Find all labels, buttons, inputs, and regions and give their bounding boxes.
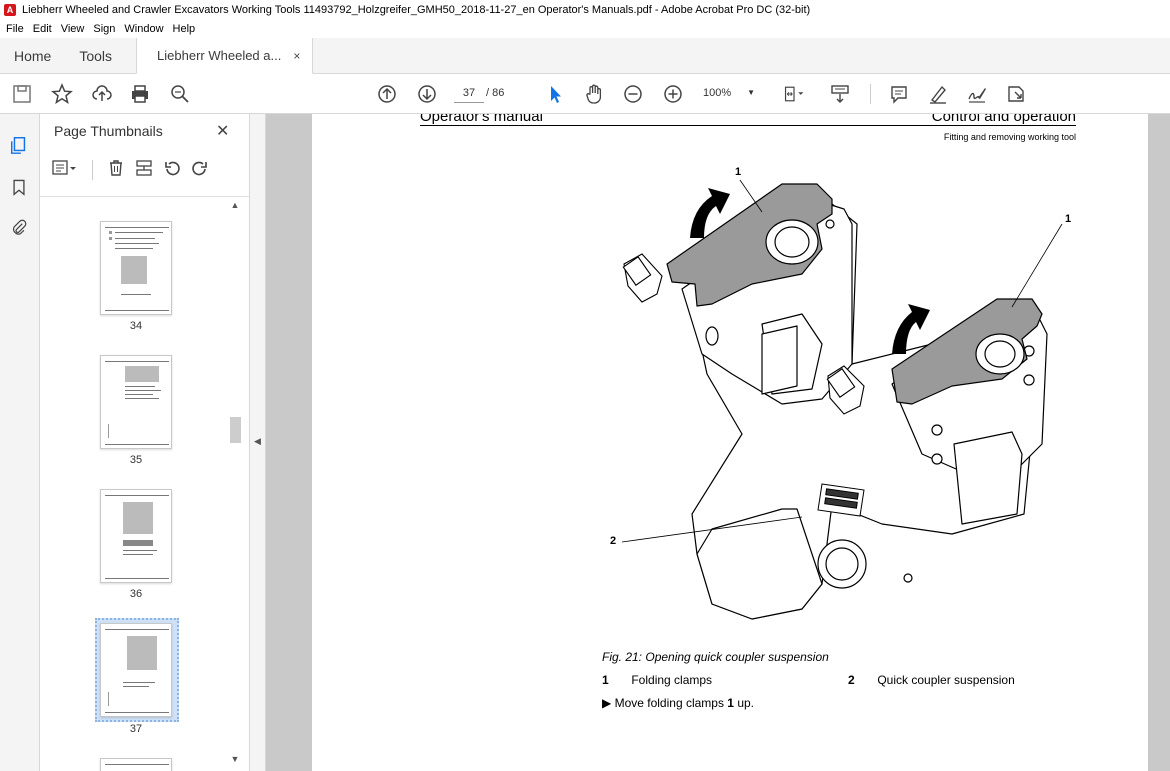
- title-bar: A Liebherr Wheeled and Crawler Excavator…: [0, 0, 1170, 20]
- thumbnails-panel: Page Thumbnails ✕ 34 35 36 37 ▲ ▼: [40, 114, 250, 771]
- window-title: Liebherr Wheeled and Crawler Excavators …: [22, 4, 811, 16]
- chevron-left-icon: ◀: [254, 436, 261, 446]
- page-thumbnail[interactable]: [100, 355, 172, 449]
- panel-title: Page Thumbnails: [54, 123, 163, 139]
- scrollbar-thumb[interactable]: [230, 417, 241, 443]
- send-for-signature-icon[interactable]: [1004, 82, 1028, 106]
- zoom-select[interactable]: 100% ▼: [703, 83, 761, 103]
- menu-file[interactable]: File: [6, 23, 24, 35]
- menu-bar: File Edit View Sign Window Help: [0, 20, 1170, 38]
- insert-page-icon[interactable]: [135, 159, 153, 182]
- menu-sign[interactable]: Sign: [93, 23, 115, 35]
- next-page-icon[interactable]: [415, 82, 439, 106]
- search-icon[interactable]: [168, 82, 192, 106]
- callout-label: 1: [735, 166, 742, 178]
- thumbnail-page-number: 35: [129, 454, 143, 466]
- star-icon[interactable]: [50, 82, 74, 106]
- collapse-panel-button[interactable]: ◀: [250, 114, 266, 771]
- page-thumbnail[interactable]: [100, 489, 172, 583]
- thumbnail-page-number: 36: [129, 588, 143, 600]
- close-tab-icon[interactable]: ×: [293, 49, 300, 63]
- callout-label: 1: [1065, 213, 1072, 225]
- toolbar: 37 / 86 100% ▼: [0, 74, 1170, 114]
- thumbnail-page-number: 34: [129, 320, 143, 332]
- page-thumbnail[interactable]: [100, 758, 172, 771]
- print-icon[interactable]: [128, 82, 152, 106]
- upload-cloud-icon[interactable]: [90, 82, 114, 106]
- quick-coupler-illustration: [621, 179, 1063, 620]
- pdf-page: Operator's manual Control and operation …: [312, 114, 1148, 771]
- page-thumbnails-icon[interactable]: [8, 134, 30, 156]
- fit-page-icon[interactable]: [779, 82, 809, 106]
- thumbnail-options-icon[interactable]: [52, 159, 78, 182]
- triangle-bullet-icon: ▶: [602, 696, 612, 710]
- zoom-value: 100%: [703, 87, 732, 99]
- legend-item: 1 Folding clamps: [602, 673, 712, 687]
- thumbnails-scrollbar[interactable]: ▲ ▼: [228, 196, 242, 771]
- rotate-clockwise-icon[interactable]: [191, 159, 209, 182]
- callout-label: 2: [610, 535, 617, 547]
- attachment-icon[interactable]: [8, 216, 30, 238]
- panel-divider: [40, 196, 249, 197]
- chevron-up-icon[interactable]: ▲: [228, 198, 242, 212]
- hand-tool-icon[interactable]: [582, 82, 606, 106]
- rotate-counterclockwise-icon[interactable]: [163, 159, 181, 182]
- page-number-input[interactable]: 37: [454, 83, 484, 103]
- previous-page-icon[interactable]: [375, 82, 399, 106]
- bookmark-icon[interactable]: [8, 176, 30, 198]
- step-text-prefix: Move folding clamps: [614, 696, 728, 710]
- menu-view[interactable]: View: [61, 23, 85, 35]
- page-total: / 86: [486, 87, 505, 99]
- instruction-step: ▶ Move folding clamps 1 up.: [602, 696, 754, 710]
- figure-caption: Fig. 21: Opening quick coupler suspensio…: [602, 650, 829, 664]
- tab-document-label: Liebherr Wheeled a...: [157, 48, 282, 63]
- toolbar-divider: [870, 84, 871, 104]
- sign-icon[interactable]: [965, 82, 989, 106]
- legend-number: 2: [848, 673, 855, 687]
- panel-divider-line: [92, 160, 93, 180]
- close-panel-icon[interactable]: ✕: [216, 121, 229, 141]
- thumbnail-page-number: 37: [129, 723, 143, 735]
- panel-toolbar: [52, 158, 209, 182]
- zoom-out-icon[interactable]: [621, 82, 645, 106]
- select-cursor-icon[interactable]: [543, 82, 567, 106]
- chevron-down-icon: ▼: [747, 88, 755, 97]
- tab-row: Home Tools Liebherr Wheeled a... ×: [0, 38, 1170, 74]
- legend-text: Quick coupler suspension: [877, 673, 1015, 687]
- step-text-suffix: up.: [733, 696, 754, 710]
- chevron-down-icon[interactable]: ▼: [228, 752, 242, 766]
- legend-number: 1: [602, 673, 609, 687]
- tab-tools[interactable]: Tools: [65, 38, 136, 73]
- menu-help[interactable]: Help: [173, 23, 196, 35]
- save-icon[interactable]: [10, 82, 34, 106]
- left-rail: [0, 114, 40, 771]
- delete-page-icon[interactable]: [107, 159, 125, 182]
- legend-item: 2 Quick coupler suspension: [848, 673, 1015, 687]
- legend-text: Folding clamps: [631, 673, 713, 687]
- highlight-pen-icon[interactable]: [926, 82, 950, 106]
- document-viewer[interactable]: Operator's manual Control and operation …: [266, 114, 1170, 771]
- acrobat-app-icon: A: [4, 4, 16, 16]
- comment-icon[interactable]: [887, 82, 911, 106]
- scroll-mode-icon[interactable]: [828, 82, 852, 106]
- zoom-in-icon[interactable]: [661, 82, 685, 106]
- tab-document[interactable]: Liebherr Wheeled a... ×: [136, 38, 314, 74]
- tab-home[interactable]: Home: [0, 38, 65, 73]
- menu-window[interactable]: Window: [124, 23, 163, 35]
- page-thumbnail-selected[interactable]: [100, 623, 172, 717]
- menu-edit[interactable]: Edit: [33, 23, 52, 35]
- step-text-bold: 1: [727, 696, 734, 710]
- page-thumbnail[interactable]: [100, 221, 172, 315]
